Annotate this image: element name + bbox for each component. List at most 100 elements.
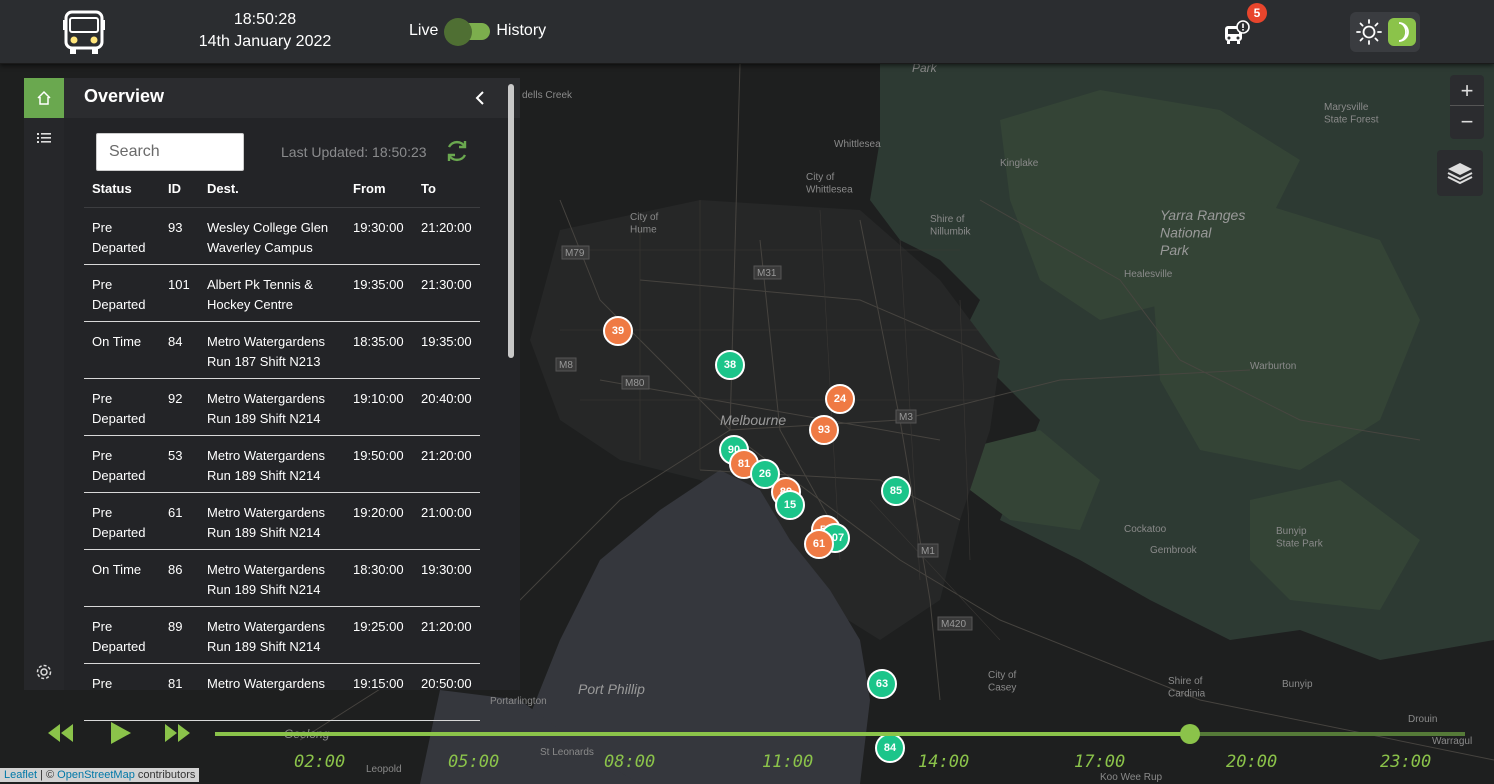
- zoom-control: + −: [1450, 75, 1484, 139]
- fast-forward-icon[interactable]: [162, 720, 192, 746]
- id-cell: 101: [168, 277, 190, 292]
- map-place-label: Healesville: [1124, 269, 1173, 280]
- status-cell: Pre Departed: [92, 391, 146, 426]
- dest-cell: Metro Watergardens Run 189 Shift N214: [207, 448, 326, 483]
- theme-toggle[interactable]: [1350, 12, 1420, 52]
- to-cell: 21:30:00: [421, 277, 472, 292]
- settings-gear-icon[interactable]: [34, 662, 54, 682]
- from-cell: 18:35:00: [353, 334, 404, 349]
- timeline-tick-label: 05:00: [448, 752, 500, 772]
- dest-cell: Metro Watergardens: [207, 676, 326, 691]
- timeline-tick-label: 17:00: [1074, 752, 1126, 772]
- table-row[interactable]: Pre Departed 61 Metro Watergardens Run 189…: [84, 493, 480, 550]
- bus-marker[interactable]: 24: [825, 384, 855, 414]
- road-shield: M1: [917, 543, 939, 558]
- toggle-knob[interactable]: [444, 18, 473, 46]
- timeline-track[interactable]: [215, 724, 1465, 744]
- sidebar-scrollbar[interactable]: [508, 84, 514, 358]
- search-input[interactable]: [96, 133, 244, 171]
- from-cell: 19:30:00: [353, 220, 404, 235]
- road-shield: M79: [561, 245, 590, 260]
- panel-title: Overview: [84, 86, 165, 106]
- moon-icon[interactable]: [1388, 18, 1416, 46]
- bus-marker[interactable]: 15: [775, 490, 805, 520]
- col-status[interactable]: Status: [92, 181, 132, 196]
- table-row[interactable]: On Time 86 Metro Watergardens Run 189 Shif…: [84, 550, 480, 607]
- timeline-handle[interactable]: [1180, 724, 1200, 744]
- dest-cell: Wesley College Glen Waverley Campus: [207, 220, 329, 255]
- bus-marker[interactable]: 39: [603, 316, 633, 346]
- zoom-out-button[interactable]: −: [1450, 106, 1484, 137]
- bus-marker[interactable]: 38: [715, 350, 745, 380]
- map-place-label: Portarlington: [490, 696, 547, 707]
- table-row[interactable]: Pre Departed 101 Albert Pk Tennis & Hockey…: [84, 265, 480, 322]
- current-time: 18:50:28: [233, 11, 297, 28]
- from-cell: 19:35:00: [353, 277, 404, 292]
- history-label: History: [496, 22, 547, 39]
- map-place-label: Bunyip: [1282, 679, 1313, 690]
- table-row[interactable]: Pre Departed 89 Metro Watergardens Run 189…: [84, 607, 480, 664]
- from-cell: 19:10:00: [353, 391, 404, 406]
- svg-text:M1: M1: [921, 546, 935, 557]
- tab-list[interactable]: [24, 118, 64, 158]
- col-dest[interactable]: Dest.: [207, 181, 239, 196]
- table-row[interactable]: Pre Departed 53 Metro Watergardens Run 189…: [84, 436, 480, 493]
- map-place-label: Cockatoo: [1124, 524, 1167, 535]
- id-cell: 81: [168, 676, 183, 691]
- table-row[interactable]: On Time 84 Metro Watergardens Run 187 Shif…: [84, 322, 480, 379]
- status-cell: Pre Departed: [92, 448, 146, 483]
- to-cell: 20:40:00: [421, 391, 472, 406]
- status-cell: On Time: [92, 562, 142, 577]
- bus-alert-icon[interactable]: [1222, 20, 1250, 46]
- leaflet-link[interactable]: Leaflet: [4, 769, 37, 781]
- bus-marker[interactable]: 63: [867, 669, 897, 699]
- from-cell: 19:15:00: [353, 676, 404, 691]
- id-cell: 92: [168, 391, 183, 406]
- bus-marker[interactable]: 93: [809, 415, 839, 445]
- dest-cell: Albert Pk Tennis & Hockey Centre: [207, 277, 313, 312]
- map-place-label: Shire of Cardinia: [1168, 676, 1206, 700]
- rewind-icon[interactable]: [46, 720, 76, 746]
- id-cell: 86: [168, 562, 183, 577]
- map-attribution: Leaflet | © OpenStreetMap contributors: [0, 768, 200, 782]
- id-cell: 89: [168, 619, 183, 634]
- timeline-bar: 02:00 05:00 08:00 11:00 14:00 17:00 20:00 23:00: [0, 710, 1494, 784]
- dest-cell: Metro Watergardens Run 189 Shift N214: [207, 505, 326, 540]
- map-place-label: dells Creek: [522, 90, 573, 101]
- table-row[interactable]: Pre Departed 92 Metro Watergardens Run 189…: [84, 379, 480, 436]
- map-place-label: Port Phillip: [578, 681, 645, 697]
- refresh-icon[interactable]: [444, 138, 468, 164]
- from-cell: 19:50:00: [353, 448, 404, 463]
- live-history-toggle[interactable]: [444, 18, 491, 46]
- dest-cell: Metro Watergardens Run 189 Shift N214: [207, 562, 326, 597]
- bus-marker[interactable]: 61: [804, 529, 834, 559]
- table-row[interactable]: Pre Departed 93 Wesley College Glen Waverl…: [84, 208, 480, 265]
- collapse-chevron-icon[interactable]: [468, 86, 492, 110]
- col-id[interactable]: ID: [168, 181, 181, 196]
- layers-icon: [1447, 163, 1473, 185]
- map-place-label: City of Casey: [988, 670, 1017, 694]
- zoom-in-button[interactable]: +: [1450, 75, 1484, 106]
- osm-link[interactable]: OpenStreetMap: [57, 769, 135, 781]
- to-cell: 19:30:00: [421, 562, 472, 577]
- map-place-label: Park: [912, 64, 938, 75]
- status-cell: On Time: [92, 334, 142, 349]
- play-icon[interactable]: [106, 720, 136, 746]
- sun-icon[interactable]: [1355, 18, 1383, 46]
- clock: 18:50:28 14th January 2022: [190, 9, 340, 53]
- status-cell: Pre: [92, 676, 113, 691]
- panel-header: Overview: [64, 78, 520, 118]
- map-place-label: Kinglake: [1000, 158, 1039, 169]
- to-cell: 21:20:00: [421, 448, 472, 463]
- col-from[interactable]: From: [353, 181, 386, 196]
- bus-marker[interactable]: 85: [881, 476, 911, 506]
- list-icon: [37, 133, 51, 143]
- map-place-label: Warburton: [1250, 361, 1296, 372]
- id-cell: 53: [168, 448, 183, 463]
- layers-button[interactable]: [1437, 150, 1483, 196]
- live-label: Live: [409, 22, 439, 39]
- dest-cell: Metro Watergardens Run 189 Shift N214: [207, 619, 326, 654]
- tab-home[interactable]: [24, 78, 64, 118]
- svg-text:M79: M79: [565, 248, 585, 259]
- col-to[interactable]: To: [421, 181, 436, 196]
